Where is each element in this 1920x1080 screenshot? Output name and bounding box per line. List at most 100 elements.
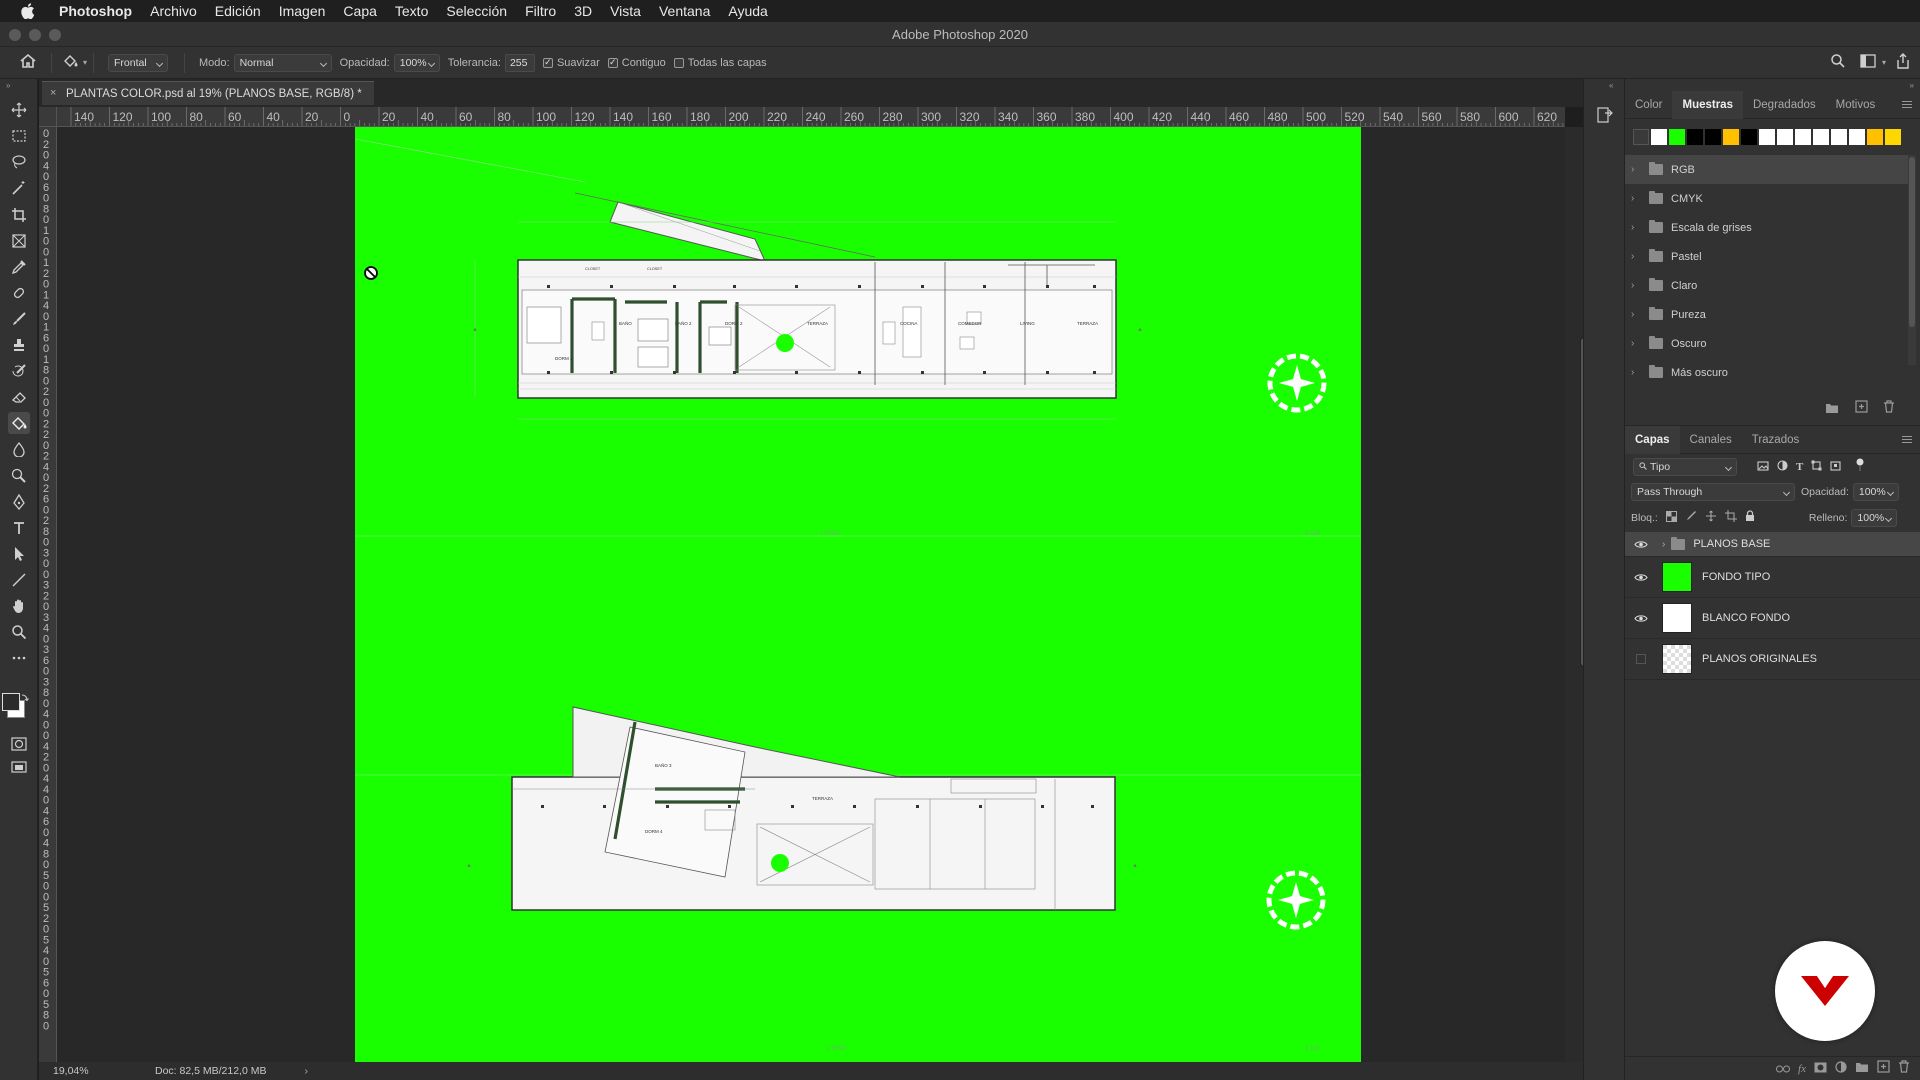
filter-toggle-switch[interactable] [1855,458,1865,477]
document-canvas[interactable]: DORM 1 BAÑO BAÑO 2 DORM 2 TERRAZA COCINA… [354,127,1361,1062]
swatch-group-row[interactable]: › Claro [1625,271,1908,300]
new-group-folder-icon[interactable] [1855,1060,1869,1078]
lock-pixels-brush-icon[interactable] [1685,509,1697,527]
menu-capa[interactable]: Capa [334,3,385,19]
chevron-right-icon[interactable]: › [1631,164,1645,175]
menu-filtro[interactable]: Filtro [516,3,565,19]
layer-row[interactable]: BLANCO FONDO [1625,598,1920,639]
color-swatch[interactable] [1687,129,1703,145]
screen-mode-icon[interactable] [8,757,30,779]
menu-imagen[interactable]: Imagen [270,3,335,19]
color-swatch[interactable] [1651,129,1667,145]
swatch-group-row[interactable]: › Más oscuro [1625,358,1908,387]
link-layers-icon[interactable] [1776,1060,1791,1078]
contiguous-checkbox[interactable]: ✓ [607,57,618,68]
chevron-right-icon[interactable]: › [1631,222,1645,233]
blur-tool-icon[interactable] [8,438,30,460]
vertical-scrollbar[interactable] [1565,127,1588,1062]
horizontal-ruler[interactable]: 140 120 100 80 60 40 20 0 20 40 60 80 100 120 140 160 18… [57,107,1565,127]
chevron-down-icon[interactable]: ▾ [1882,58,1886,67]
new-group-folder-icon[interactable] [1825,401,1839,419]
filter-adjustment-icon[interactable] [1777,458,1788,476]
layer-row[interactable]: PLANOS ORIGINALES [1625,639,1920,680]
foreground-color-swatch[interactable] [2,693,20,711]
tab-canales[interactable]: Canales [1680,426,1742,454]
new-adjustment-layer-icon[interactable] [1835,1060,1847,1078]
ruler-origin[interactable] [39,107,57,127]
quick-mask-icon[interactable] [8,733,30,755]
layer-row[interactable]: › PLANOS BASE [1625,532,1920,557]
chevron-right-icon[interactable]: › [1662,539,1665,550]
filter-pixel-icon[interactable] [1757,458,1769,476]
panel-menu-icon[interactable] [1902,101,1912,108]
tool-preset-picker[interactable]: ▾ [62,53,87,72]
menu-edicion[interactable]: Edición [206,3,270,19]
new-swatch-icon[interactable] [1855,400,1868,418]
menu-ventana[interactable]: Ventana [650,3,719,19]
vertical-ruler[interactable]: 0204060801001201401601802002202402602803… [39,127,57,1062]
move-tool-icon[interactable] [8,99,30,121]
chevron-right-icon[interactable]: › [1631,338,1645,349]
close-tab-icon[interactable]: × [50,87,56,99]
pen-tool-icon[interactable] [8,491,30,513]
lock-all-icon[interactable] [1745,509,1755,527]
path-selection-tool-icon[interactable] [8,543,30,565]
crop-tool-icon[interactable] [8,204,30,226]
tab-color[interactable]: Color [1625,91,1672,119]
delete-layer-icon[interactable] [1898,1059,1910,1078]
menu-vista[interactable]: Vista [601,3,650,19]
history-brush-tool-icon[interactable] [8,360,30,382]
tab-motivos[interactable]: Motivos [1826,91,1886,119]
visibility-eye-icon[interactable] [1630,614,1652,623]
menu-seleccion[interactable]: Selección [437,3,516,19]
color-swatch[interactable] [1741,129,1757,145]
opacity-input[interactable]: 100% [393,53,440,72]
line-tool-icon[interactable] [8,569,30,591]
swatch-group-row[interactable]: › CMYK [1625,184,1908,213]
apple-icon[interactable] [19,2,37,20]
swatch-group-row[interactable]: › Oscuro [1625,329,1908,358]
visibility-eye-icon[interactable] [1630,573,1652,582]
lock-position-move-icon[interactable] [1705,509,1717,527]
tab-degradados[interactable]: Degradados [1743,91,1826,119]
collapse-toolbar-icon[interactable]: » [6,81,10,90]
all-layers-checkbox[interactable] [673,57,684,68]
menu-app-name[interactable]: Photoshop [53,3,141,19]
filter-shape-icon[interactable] [1811,458,1822,476]
document-tab[interactable]: × PLANTAS COLOR.psd al 19% (PLANOS BASE,… [42,81,374,105]
chevron-right-icon[interactable]: › [1631,309,1645,320]
chevron-right-icon[interactable]: › [1631,280,1645,291]
color-swatch[interactable] [1669,129,1685,145]
eraser-tool-icon[interactable] [8,386,30,408]
dodge-tool-icon[interactable] [8,465,30,487]
visibility-eye-icon[interactable] [1630,540,1652,549]
paint-bucket-tool-icon[interactable] [8,412,30,434]
color-swatch[interactable] [1777,129,1793,145]
tab-muestras[interactable]: Muestras [1672,90,1743,119]
lasso-tool-icon[interactable] [8,151,30,173]
chevron-right-icon[interactable]: › [1631,367,1645,378]
zoom-tool-icon[interactable] [8,621,30,643]
swatch-group-row[interactable]: › Escala de grises [1625,213,1908,242]
clone-stamp-tool-icon[interactable] [8,334,30,356]
collapse-panels-icon[interactable]: « [1609,81,1613,90]
color-swatch[interactable] [1813,129,1829,145]
marquee-tool-icon[interactable] [8,125,30,147]
hand-tool-icon[interactable] [8,595,30,617]
lock-transparency-icon[interactable] [1665,509,1677,527]
layer-style-fx-icon[interactable]: fx [1798,1063,1806,1075]
menu-ayuda[interactable]: Ayuda [719,3,776,19]
lock-artboard-icon[interactable] [1724,509,1737,527]
color-swatch[interactable] [1633,129,1649,145]
more-tools-icon[interactable] [8,647,30,669]
color-swatch[interactable] [1795,129,1811,145]
color-swatch[interactable] [1831,129,1847,145]
new-layer-icon[interactable] [1877,1059,1890,1078]
fill-input[interactable]: 100% [1851,509,1898,527]
chevron-right-icon[interactable]: › [1631,251,1645,262]
color-swatch[interactable] [1759,129,1775,145]
color-swatch[interactable] [1705,129,1721,145]
chevron-right-icon[interactable]: › [1631,193,1645,204]
color-swatch[interactable] [1849,129,1865,145]
layer-opacity-input[interactable]: 100% [1852,483,1899,501]
